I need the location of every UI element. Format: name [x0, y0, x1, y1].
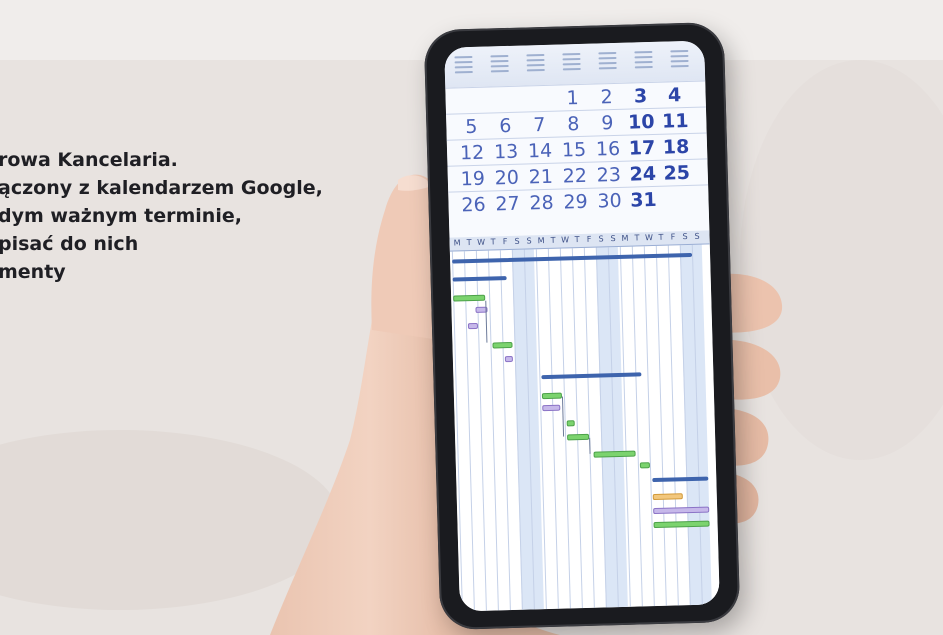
- gantt-task-bar[interactable]: [652, 493, 683, 501]
- gantt-day-letter: S: [682, 232, 688, 242]
- gantt-day-letter: M: [621, 233, 629, 243]
- gantt-task-bar[interactable]: [639, 462, 650, 469]
- calendar-day[interactable]: 9: [592, 112, 623, 135]
- calendar-day[interactable]: 16: [593, 138, 624, 161]
- gantt-day-letter: T: [490, 237, 496, 247]
- calendar-day[interactable]: 22: [560, 165, 591, 188]
- calendar-day[interactable]: [455, 90, 485, 91]
- gantt-day-letter: S: [598, 234, 604, 244]
- gantt-chart: MTWTFSSMTWTFSSMTWTFSS: [449, 230, 720, 612]
- gantt-task-bar[interactable]: [467, 322, 479, 330]
- calendar-day[interactable]: 24: [627, 163, 658, 186]
- calendar-day[interactable]: 2: [591, 86, 622, 109]
- gantt-day-letter: F: [586, 234, 592, 244]
- calendar-day[interactable]: 5: [456, 116, 487, 139]
- calendar-day[interactable]: 14: [525, 140, 556, 163]
- calendar-day[interactable]: 6: [490, 115, 521, 138]
- calendar-day[interactable]: 8: [558, 113, 589, 136]
- gantt-day-letter: S: [514, 236, 520, 246]
- calendar-day[interactable]: 23: [593, 164, 624, 187]
- gantt-day-letter: T: [466, 238, 472, 248]
- gantt-day-letter: T: [658, 232, 664, 242]
- calendar-day[interactable]: 7: [524, 114, 555, 137]
- gantt-grid-line: [643, 246, 655, 607]
- gantt-task-bar[interactable]: [593, 450, 636, 458]
- gantt-day-letter: M: [537, 236, 545, 246]
- calendar-day[interactable]: 4: [659, 84, 690, 107]
- smartphone: 1 2 3 4 5 6 7 8 9 10 11 12 13 14 15 16 1…: [423, 21, 741, 631]
- calendar-day[interactable]: 28: [526, 192, 557, 215]
- gantt-day-letter: M: [453, 238, 461, 248]
- gantt-day-letter: S: [694, 231, 700, 241]
- calendar-day[interactable]: [489, 89, 519, 90]
- calendar-day[interactable]: [523, 88, 553, 89]
- gantt-grid-line: [499, 250, 511, 611]
- month-calendar: 1 2 3 4 5 6 7 8 9 10 11 12 13 14 15 16 1…: [445, 80, 710, 238]
- gantt-task-bar[interactable]: [504, 355, 513, 363]
- calendar-day[interactable]: [662, 188, 692, 189]
- gantt-grid-line: [667, 245, 679, 606]
- calendar-day[interactable]: 31: [628, 189, 659, 212]
- gantt-day-letter: W: [560, 235, 570, 245]
- gantt-day-letter: S: [526, 236, 532, 246]
- gantt-day-letter: T: [550, 235, 556, 245]
- gantt-grid-line: [559, 248, 571, 609]
- gantt-grid-line: [631, 246, 643, 607]
- gantt-task-bar[interactable]: [542, 404, 561, 412]
- calendar-day[interactable]: 1: [557, 87, 588, 110]
- gantt-grid-line: [583, 247, 595, 608]
- gantt-task-bar[interactable]: [453, 294, 486, 302]
- calendar-day[interactable]: 11: [660, 110, 691, 133]
- phone-screen: 1 2 3 4 5 6 7 8 9 10 11 12 13 14 15 16 1…: [444, 40, 720, 612]
- calendar-day[interactable]: 21: [526, 166, 557, 189]
- gantt-task-bar[interactable]: [566, 420, 575, 427]
- gantt-day-letter: T: [634, 233, 640, 243]
- gantt-grid-line: [655, 245, 667, 606]
- gantt-dependency-line: [589, 437, 591, 454]
- calendar-day[interactable]: 17: [627, 137, 658, 160]
- gantt-day-letter: T: [574, 235, 580, 245]
- calendar-day[interactable]: 15: [559, 139, 590, 162]
- calendar-day[interactable]: 30: [594, 190, 625, 213]
- gantt-task-bar[interactable]: [541, 392, 563, 400]
- calendar-day[interactable]: 25: [661, 162, 692, 185]
- calendar-day[interactable]: 26: [458, 194, 489, 217]
- gantt-task-bar[interactable]: [567, 433, 590, 441]
- gantt-grid-line: [463, 251, 475, 612]
- gantt-grid-line: [547, 248, 559, 609]
- calendar-day[interactable]: 27: [492, 193, 523, 216]
- gantt-day-letter: F: [670, 232, 676, 242]
- gantt-grid-line: [571, 248, 583, 609]
- calendar-day[interactable]: 10: [626, 111, 657, 134]
- gantt-grid-line: [487, 250, 499, 611]
- gantt-day-letter: W: [644, 232, 654, 243]
- calendar-day[interactable]: 19: [458, 168, 489, 191]
- calendar-day[interactable]: 12: [457, 142, 488, 165]
- calendar-day[interactable]: 18: [661, 136, 692, 159]
- gantt-day-letter: F: [502, 237, 508, 247]
- gantt-summary-bar[interactable]: [452, 276, 507, 282]
- gantt-summary-bar[interactable]: [541, 372, 642, 380]
- gantt-day-letter: S: [610, 234, 616, 244]
- calendar-day[interactable]: 20: [492, 167, 523, 190]
- gantt-task-bar[interactable]: [492, 341, 513, 349]
- calendar-day[interactable]: 3: [625, 85, 656, 108]
- calendar-day[interactable]: 13: [491, 141, 522, 164]
- calendar-day[interactable]: 29: [560, 191, 591, 214]
- gantt-day-letter: W: [477, 237, 486, 247]
